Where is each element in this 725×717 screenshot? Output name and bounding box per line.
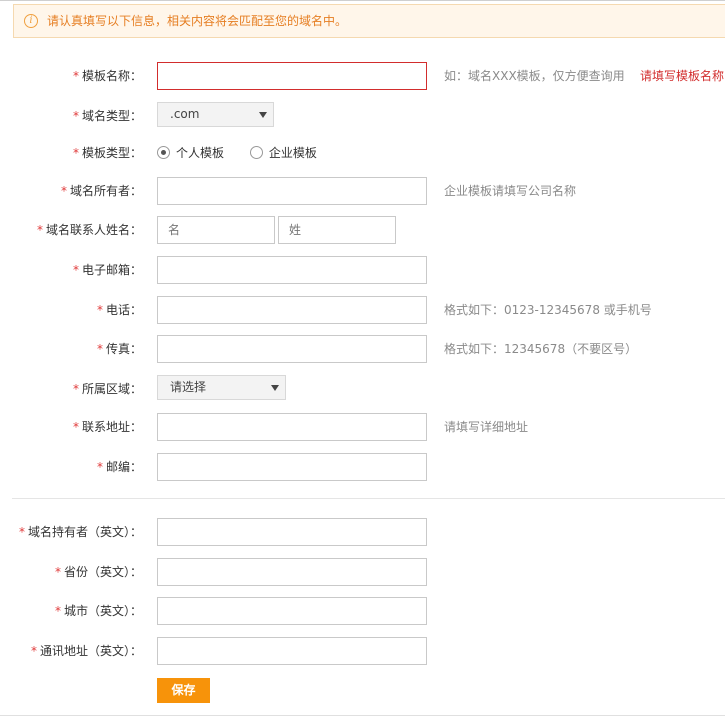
region-value: 请选择 <box>170 380 207 394</box>
email-field[interactable] <box>157 256 427 284</box>
last-name-input[interactable] <box>278 216 396 244</box>
region-select[interactable]: 请选择 <box>157 375 286 400</box>
radio-enterprise-label[interactable]: 企业模板 <box>269 146 317 160</box>
address-input[interactable] <box>157 413 427 441</box>
row-template-name: * 模板名称： 如：域名XXX模板，仅方便查询用 请填写模板名称 <box>0 62 725 90</box>
postcode-label: * 邮编： <box>96 460 142 474</box>
address-en-label: * 通讯地址（英文）： <box>30 644 142 658</box>
first-name-input[interactable] <box>157 216 275 244</box>
row-owner-en: * 域名持有者（英文）： <box>0 518 725 546</box>
row-template-type: * 模板类型： 个人模板 企业模板 <box>0 139 725 167</box>
radio-enterprise[interactable] <box>249 146 263 159</box>
address-en-input[interactable] <box>157 637 427 665</box>
row-domain-type: * 域名类型： .com <box>0 102 725 130</box>
notice-banner: i 请认真填写以下信息，相关内容将会匹配至您的域名中。 <box>13 4 725 38</box>
top-border <box>0 0 725 2</box>
row-postcode: * 邮编： <box>0 453 725 481</box>
template-name-label: * 模板名称： <box>72 69 142 83</box>
phone-input[interactable] <box>157 296 427 324</box>
chevron-down-icon <box>259 112 267 118</box>
row-province-en: * 省份（英文）： <box>0 558 725 586</box>
row-email: * 电子邮箱： <box>0 256 725 284</box>
domain-type-select[interactable]: .com <box>157 102 274 127</box>
template-name-hint: 如：域名XXX模板，仅方便查询用 <box>444 69 625 83</box>
contact-name-label: * 域名联系人姓名： <box>36 223 142 237</box>
radio-personal[interactable] <box>157 146 170 159</box>
fax-input[interactable] <box>157 335 427 363</box>
row-contact-name: * 域名联系人姓名： <box>0 216 725 244</box>
city-en-input[interactable] <box>157 597 427 625</box>
province-en-label: * 省份（英文）： <box>54 565 142 579</box>
email-label: * 电子邮箱： <box>72 263 142 277</box>
phone-hint: 格式如下：0123-12345678 或手机号 <box>444 303 652 317</box>
city-en-label: * 城市（英文）： <box>54 604 142 618</box>
row-address: * 联系地址： 请填写详细地址 <box>0 413 725 441</box>
radio-personal-label[interactable]: 个人模板 <box>176 146 224 160</box>
row-address-en: * 通讯地址（英文）： <box>0 637 725 665</box>
owner-hint: 企业模板请填写公司名称 <box>444 184 577 198</box>
template-name-input[interactable] <box>157 62 427 90</box>
section-divider <box>12 498 725 499</box>
region-label: * 所属区域： <box>72 382 142 396</box>
row-owner: * 域名所有者： 企业模板请填写公司名称 <box>0 177 725 205</box>
row-region: * 所属区域： 请选择 <box>0 375 725 403</box>
address-label: * 联系地址： <box>72 420 142 434</box>
owner-input[interactable] <box>157 177 427 205</box>
province-en-input[interactable] <box>157 558 427 586</box>
chevron-down-icon <box>271 385 279 391</box>
phone-label: * 电话： <box>96 303 142 317</box>
owner-en-label: * 域名持有者（英文）： <box>18 525 142 539</box>
row-phone: * 电话： 格式如下：0123-12345678 或手机号 <box>0 296 725 324</box>
address-hint: 请填写详细地址 <box>444 420 529 434</box>
template-type-radios: 个人模板 企业模板 <box>157 139 339 167</box>
template-type-label: * 模板类型： <box>72 146 142 160</box>
save-button[interactable]: 保存 <box>157 678 210 703</box>
fax-hint: 格式如下：12345678（不要区号） <box>444 342 638 356</box>
template-name-error: 请填写模板名称 <box>640 69 725 83</box>
owner-label: * 域名所有者： <box>60 184 142 198</box>
domain-type-value: .com <box>170 107 200 121</box>
required-mark: * <box>72 69 79 83</box>
owner-en-input[interactable] <box>157 518 427 546</box>
domain-type-label: * 域名类型： <box>72 109 142 123</box>
info-icon: i <box>24 14 38 28</box>
bottom-border <box>0 715 725 716</box>
row-city-en: * 城市（英文）： <box>0 597 725 625</box>
fax-label: * 传真： <box>96 342 142 356</box>
row-fax: * 传真： 格式如下：12345678（不要区号） <box>0 335 725 363</box>
notice-text: 请认真填写以下信息，相关内容将会匹配至您的域名中。 <box>47 14 348 28</box>
postcode-input[interactable] <box>157 453 427 481</box>
